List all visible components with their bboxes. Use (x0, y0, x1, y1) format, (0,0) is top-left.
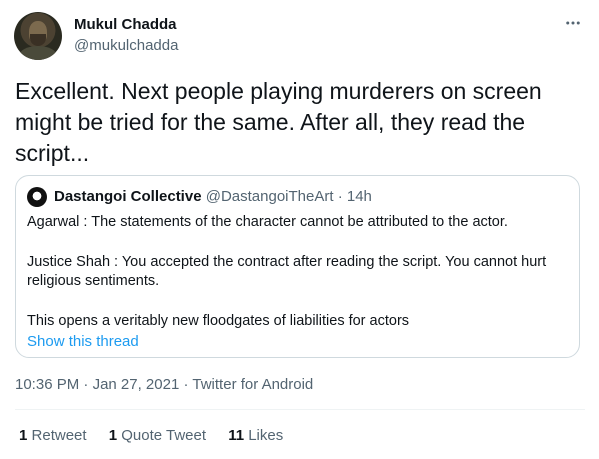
author-name[interactable]: Mukul Chadda (74, 15, 177, 34)
quoted-paragraph: This opens a veritably new floodgates of… (27, 312, 410, 329)
quoted-text: Agarwal : The statements of the characte… (27, 213, 567, 351)
quoted-separator: · (337, 188, 343, 205)
author-handle[interactable]: @mukulchadda (74, 36, 178, 55)
tweet-time[interactable]: 10:36 PM (15, 376, 79, 393)
quote-label: Quote Tweet (121, 427, 207, 444)
retweet-count[interactable]: 1 Retweet (19, 426, 87, 446)
retweet-number: 1 (19, 427, 28, 444)
like-label: Likes (248, 427, 284, 444)
quoted-time: 14h (346, 188, 372, 205)
author-avatar[interactable] (14, 12, 62, 60)
tweet: Mukul Chadda @mukulchadda Excellent. Nex… (0, 0, 599, 459)
tweet-text: Excellent. Next people playing murderers… (15, 78, 542, 166)
divider (15, 409, 585, 410)
quote-tweet-count[interactable]: 1 Quote Tweet (109, 426, 206, 446)
retweet-label: Retweet (31, 427, 87, 444)
show-thread-link[interactable]: Show this thread (27, 332, 139, 352)
tweet-stats: 1 Retweet 1 Quote Tweet 11 Likes (19, 426, 301, 446)
quoted-avatar (27, 187, 47, 207)
quoted-author-handle: @DastangoiTheArt (205, 188, 334, 205)
tweet-source[interactable]: Twitter for Android (192, 376, 313, 393)
tweet-meta: 10:36 PM · Jan 27, 2021 · Twitter for An… (15, 375, 313, 395)
quoted-paragraph: Agarwal : The statements of the characte… (27, 214, 508, 230)
more-button[interactable] (562, 12, 584, 34)
like-count[interactable]: 11 Likes (228, 426, 283, 446)
quoted-paragraph: Justice Shah : You accepted the contract… (27, 253, 547, 290)
meta-separator: · (183, 376, 189, 393)
more-horizontal-icon (566, 21, 580, 25)
tweet-date[interactable]: Jan 27, 2021 (93, 376, 180, 393)
meta-separator: · (83, 376, 89, 393)
quoted-header: Dastangoi Collective @DastangoiTheArt · … (54, 187, 372, 207)
like-number: 11 (228, 427, 245, 444)
quote-number: 1 (108, 427, 118, 444)
quoted-author-name: Dastangoi Collective (54, 188, 202, 205)
quoted-tweet[interactable]: Dastangoi Collective @DastangoiTheArt · … (15, 175, 580, 358)
